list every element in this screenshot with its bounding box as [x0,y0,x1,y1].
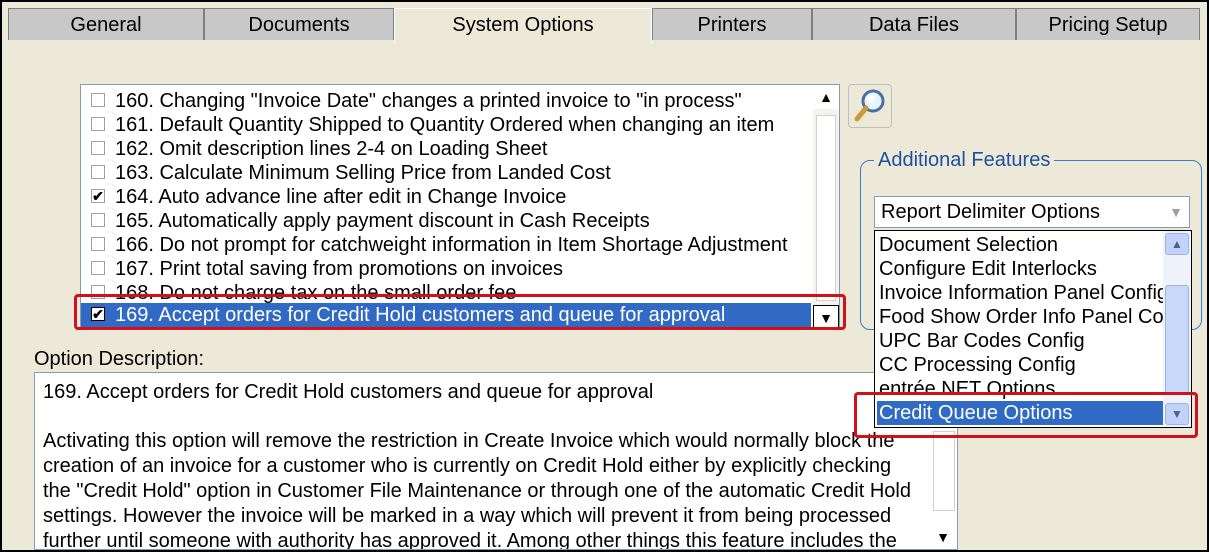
scrollbar-thumb[interactable] [1165,285,1189,395]
option-row[interactable]: 163. Calculate Minimum Selling Price fro… [81,161,811,185]
dropdown-item[interactable]: Invoice Information Panel Config [877,281,1163,305]
dropdown-item[interactable]: CC Processing Config [877,353,1163,377]
tab-pricing-setup[interactable]: Pricing Setup [1016,8,1200,40]
tab-data-files[interactable]: Data Files [812,8,1016,40]
dropdown-scrollbar[interactable]: ▲ ▼ [1163,231,1191,427]
option-row[interactable]: 166. Do not prompt for catchweight infor… [81,233,811,257]
option-label: 163. Calculate Minimum Selling Price fro… [115,162,611,184]
option-label: 160. Changing "Invoice Date" changes a p… [115,90,742,112]
dropdown-item[interactable]: UPC Bar Codes Config [877,329,1163,353]
option-row[interactable]: 160. Changing "Invoice Date" changes a p… [81,89,811,113]
dropdown-item[interactable]: Food Show Order Info Panel Config [877,305,1163,329]
option-checkbox[interactable] [91,93,105,107]
scroll-up-icon[interactable]: ▲ [1165,233,1189,255]
scroll-down-icon[interactable]: ▼ [1165,403,1189,425]
scroll-down-icon[interactable]: ▼ [813,305,839,329]
option-row[interactable]: 167. Print total saving from promotions … [81,257,811,281]
description-body: Activating this option will remove the r… [43,430,911,550]
additional-features-select[interactable]: Report Delimiter Options ▼ [874,196,1190,228]
option-checkbox[interactable]: ✔ [91,189,105,203]
option-row[interactable]: 162. Omit description lines 2-4 on Loadi… [81,137,811,161]
search-button[interactable] [848,84,892,128]
option-label: 167. Print total saving from promotions … [115,258,563,280]
option-label: 164. Auto advance line after edit in Cha… [115,186,567,208]
description-title: 169. Accept orders for Credit Hold custo… [43,381,654,403]
scroll-down-icon[interactable]: ▼ [929,525,957,549]
magnifier-icon [854,89,885,122]
additional-features-dropdown[interactable]: Document Selection Configure Edit Interlo… [874,230,1192,428]
option-label: 166. Do not prompt for catchweight infor… [115,234,788,256]
option-row[interactable]: 165. Automatically apply payment discoun… [81,209,811,233]
option-row[interactable]: 161. Default Quantity Shipped to Quantit… [81,113,811,137]
scrollbar-thumb[interactable] [933,431,955,511]
option-row[interactable]: ✔ 169. Accept orders for Credit Hold cust… [81,303,811,327]
option-checkbox[interactable] [91,237,105,251]
option-checkbox[interactable] [91,141,105,155]
scrollbar-thumb[interactable] [816,115,836,301]
dialog-frame: General Documents System Options Printer… [0,0,1209,552]
option-checkbox[interactable] [91,117,105,131]
option-checkbox[interactable] [91,165,105,179]
dropdown-item[interactable]: Configure Edit Interlocks [877,257,1163,281]
tab-bar: General Documents System Options Printer… [8,8,1200,44]
chevron-down-icon[interactable]: ▼ [1169,197,1183,227]
tab-system-options[interactable]: System Options [394,8,652,44]
option-checkbox[interactable] [91,285,105,299]
option-row[interactable]: 168. Do not charge tax on the small orde… [81,281,811,305]
dropdown-item[interactable]: Credit Queue Options [877,401,1163,425]
option-row[interactable]: ✔ 164. Auto advance line after edit in Ch… [81,185,811,209]
option-checkbox[interactable]: ✔ [91,307,105,321]
options-list-scrollbar[interactable]: ▲ ▼ [813,85,839,329]
option-checkbox[interactable] [91,213,105,227]
option-description-box[interactable]: 169. Accept orders for Credit Hold custo… [34,372,958,550]
option-label: 168. Do not charge tax on the small orde… [115,282,517,304]
dropdown-item[interactable]: entrée.NET Options [877,377,1163,401]
tab-documents[interactable]: Documents [204,8,394,40]
tab-general[interactable]: General [8,8,204,40]
option-label: 162. Omit description lines 2-4 on Loadi… [115,138,548,160]
option-label: 161. Default Quantity Shipped to Quantit… [115,114,775,136]
tab-printers[interactable]: Printers [652,8,812,40]
option-description-label: Option Description: [34,348,205,370]
system-options-list[interactable]: 160. Changing "Invoice Date" changes a p… [80,84,840,330]
option-label: 169. Accept orders for Credit Hold custo… [115,304,726,326]
select-value: Report Delimiter Options [881,201,1100,223]
option-checkbox[interactable] [91,261,105,275]
scroll-up-icon[interactable]: ▲ [813,85,839,109]
option-label: 165. Automatically apply payment discoun… [115,210,650,232]
dropdown-item[interactable]: Document Selection [877,233,1163,257]
additional-features-label: Additional Features [874,149,1055,172]
